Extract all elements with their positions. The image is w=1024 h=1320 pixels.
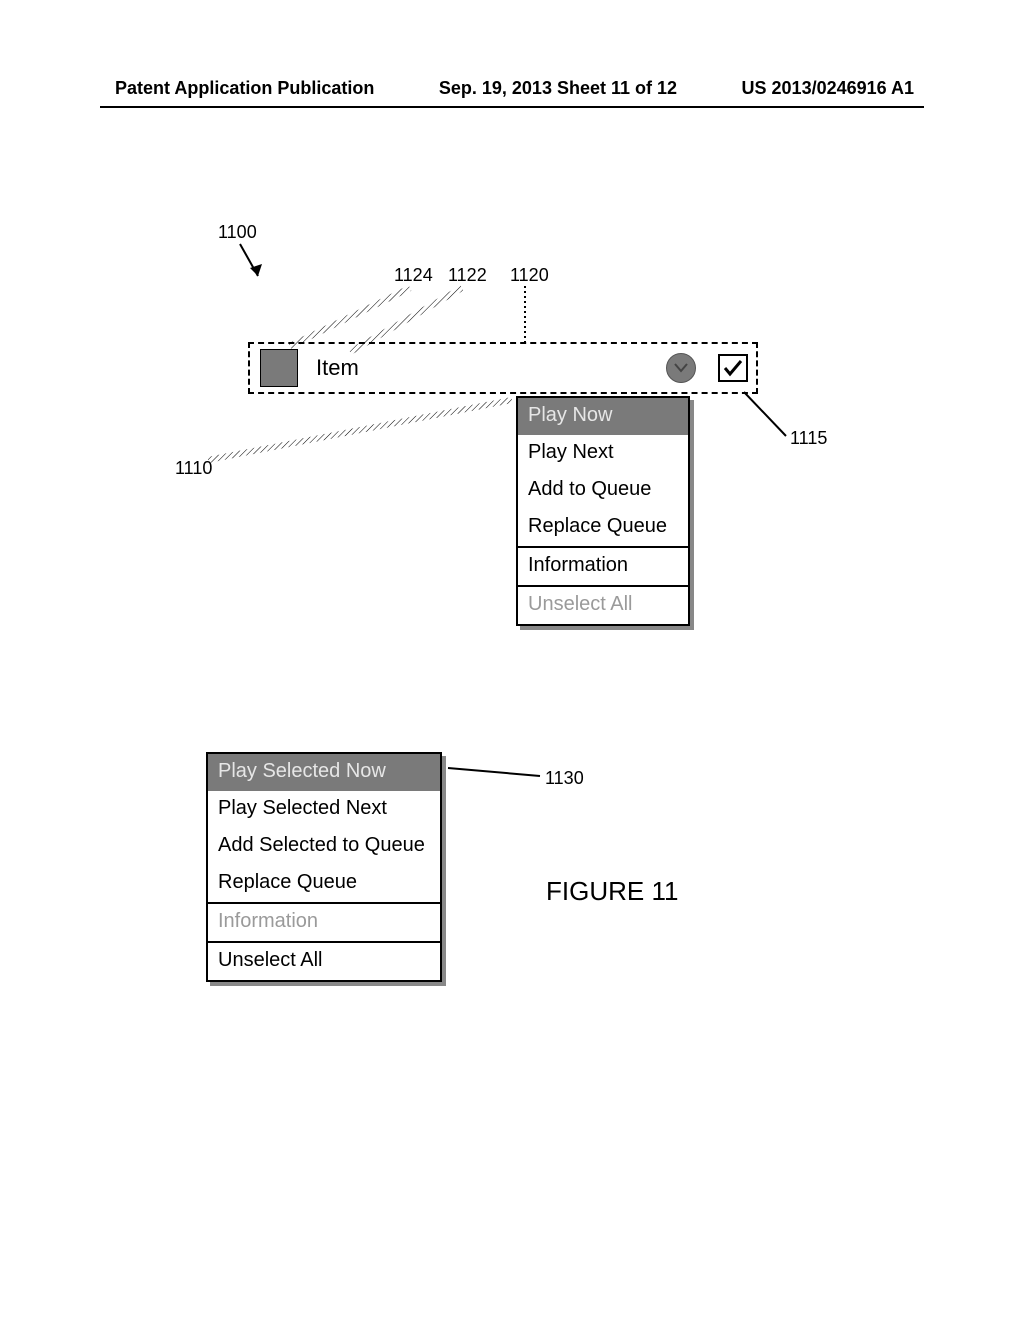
list-item-row[interactable]: Item: [248, 342, 758, 394]
ref-1120: 1120: [510, 265, 549, 286]
figure-caption: FIGURE 11: [546, 876, 678, 907]
item-thumbnail-icon: [260, 349, 298, 387]
menu-item-replace-queue[interactable]: Replace Queue: [518, 509, 688, 546]
item-context-menu: Play Now Play Next Add to Queue Replace …: [516, 396, 690, 626]
menu-item-play-selected-next[interactable]: Play Selected Next: [208, 791, 440, 828]
menu-item-information[interactable]: Information: [518, 546, 688, 585]
ref-1110: 1110: [175, 458, 212, 479]
chevron-down-icon: [674, 363, 688, 373]
ref-1115: 1115: [790, 428, 827, 449]
menu-item-play-next[interactable]: Play Next: [518, 435, 688, 472]
header-right: US 2013/0246916 A1: [742, 78, 914, 99]
menu-item-add-selected-to-queue[interactable]: Add Selected to Queue: [208, 828, 440, 865]
menu-item-replace-queue-b[interactable]: Replace Queue: [208, 865, 440, 902]
ref-1100: 1100: [218, 222, 257, 243]
page: Patent Application Publication Sep. 19, …: [0, 0, 1024, 1320]
checkmark-icon: [722, 358, 744, 378]
dropdown-button[interactable]: [666, 353, 696, 383]
selection-context-menu: Play Selected Now Play Selected Next Add…: [206, 752, 442, 982]
header-mid: Sep. 19, 2013 Sheet 11 of 12: [439, 78, 677, 99]
header-rule: [100, 106, 924, 108]
ref-1130: 1130: [545, 768, 584, 789]
menu-item-unselect-all-b[interactable]: Unselect All: [208, 941, 440, 980]
header-left: Patent Application Publication: [115, 78, 374, 99]
menu-item-play-now[interactable]: Play Now: [518, 398, 688, 435]
page-header: Patent Application Publication Sep. 19, …: [0, 78, 1024, 99]
select-checkbox[interactable]: [718, 354, 748, 382]
menu-item-information-b[interactable]: Information: [208, 902, 440, 941]
menu-item-unselect-all[interactable]: Unselect All: [518, 585, 688, 624]
menu-item-add-to-queue[interactable]: Add to Queue: [518, 472, 688, 509]
menu-item-play-selected-now[interactable]: Play Selected Now: [208, 754, 440, 791]
ref-1122: 1122: [448, 265, 487, 286]
leader-lines: [0, 0, 1024, 1320]
item-label: Item: [316, 355, 359, 381]
ref-1124: 1124: [394, 265, 433, 286]
